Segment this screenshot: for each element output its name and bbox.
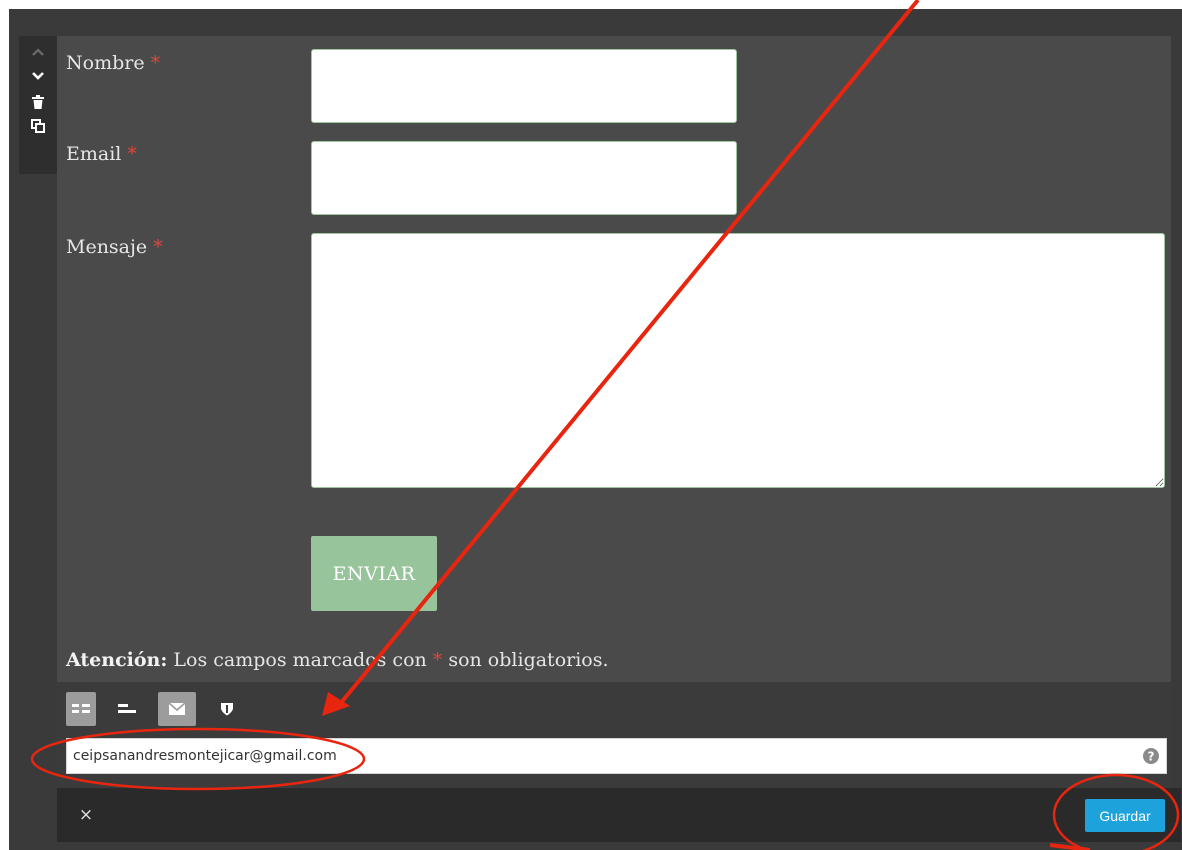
email-field[interactable] — [311, 141, 737, 215]
recipient-email-input[interactable] — [66, 738, 1167, 774]
envelope-icon — [169, 703, 185, 715]
duplicate-button[interactable] — [19, 114, 57, 138]
email-label: Email * — [66, 143, 137, 165]
question-circle-icon[interactable]: ? — [1142, 747, 1160, 765]
name-field[interactable] — [311, 49, 737, 123]
save-button[interactable]: Guardar — [1085, 799, 1165, 832]
spam-protection-button[interactable] — [212, 692, 242, 726]
move-down-button[interactable] — [19, 64, 57, 88]
send-button[interactable]: ENVIAR — [311, 536, 437, 611]
delete-button[interactable] — [19, 90, 57, 114]
chevron-up-icon — [32, 48, 44, 56]
close-button[interactable]: × — [72, 800, 100, 830]
chevron-down-icon — [32, 72, 44, 80]
element-toolbox — [19, 36, 57, 174]
two-column-layout-button[interactable] — [66, 692, 96, 726]
email-settings-button[interactable] — [158, 692, 196, 726]
trash-icon — [32, 95, 44, 109]
shield-icon — [221, 703, 233, 716]
message-textarea[interactable] — [311, 233, 1165, 488]
required-fields-note: Atención: Los campos marcados con * son … — [66, 649, 609, 671]
move-up-button[interactable] — [19, 40, 57, 64]
message-label: Mensaje * — [66, 236, 163, 258]
one-column-layout-button[interactable] — [112, 692, 142, 726]
svg-text:?: ? — [1148, 750, 1155, 764]
name-label: Nombre * — [66, 52, 161, 74]
duplicate-icon — [31, 119, 45, 133]
layout-one-column-icon — [118, 704, 136, 713]
layout-two-columns-icon — [72, 704, 90, 713]
dialog-footer — [57, 788, 1181, 842]
